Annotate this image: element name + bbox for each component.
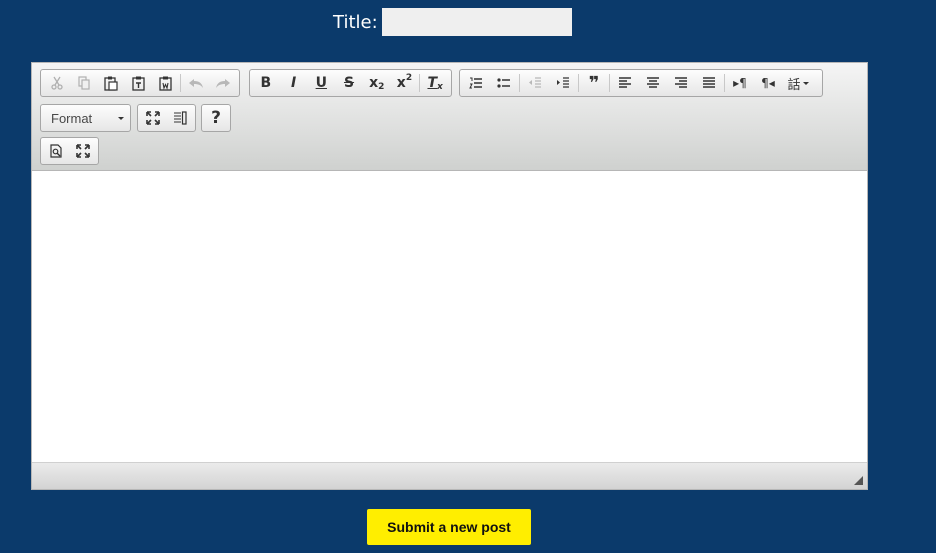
paragraph-group: ❞ ▸¶ ¶◂ 話	[459, 69, 823, 97]
tools-group	[137, 104, 196, 132]
maximize-icon[interactable]	[140, 106, 167, 130]
text-direction-ltr-icon[interactable]: ▸¶	[726, 71, 754, 95]
blockquote-icon[interactable]: ❞	[580, 71, 608, 95]
italic-icon[interactable]: I	[280, 71, 308, 95]
toolbar-separator	[578, 74, 579, 92]
title-row: Title:	[333, 8, 572, 36]
chevron-down-icon	[118, 116, 124, 120]
text-direction-rtl-icon[interactable]: ¶◂	[754, 71, 782, 95]
editor-status-bar	[32, 462, 867, 489]
copy-icon[interactable]	[70, 71, 97, 95]
toolbar-separator	[724, 74, 725, 92]
paste-icon[interactable]	[98, 71, 125, 95]
clipboard-group	[40, 69, 240, 97]
show-blocks-icon[interactable]	[167, 106, 194, 130]
resize-handle-icon[interactable]	[854, 476, 863, 485]
redo-icon[interactable]	[210, 71, 237, 95]
strikethrough-icon[interactable]: S	[335, 71, 363, 95]
cut-icon[interactable]	[43, 71, 70, 95]
editor-content-area[interactable]	[32, 171, 867, 462]
indent-icon[interactable]	[549, 71, 577, 95]
superscript-icon[interactable]: x2	[391, 71, 419, 95]
title-input[interactable]	[381, 8, 572, 36]
align-justify-icon[interactable]	[695, 71, 723, 95]
underline-icon[interactable]: U	[307, 71, 335, 95]
numbered-list-icon[interactable]	[462, 71, 490, 95]
fullscreen-icon[interactable]	[70, 139, 97, 163]
undo-icon[interactable]	[182, 71, 209, 95]
toolbar-separator	[609, 74, 610, 92]
rich-text-editor: B I U S x2 x2 Tx ❞ ▸¶ ¶◂ 話 Format ?	[31, 62, 868, 490]
format-dropdown[interactable]: Format	[40, 104, 131, 132]
remove-format-icon[interactable]: Tx	[421, 71, 449, 95]
toolbar-separator	[180, 74, 182, 92]
preview-icon[interactable]	[43, 139, 70, 163]
outdent-icon[interactable]	[521, 71, 549, 95]
paste-word-icon[interactable]	[152, 71, 179, 95]
document-group	[40, 137, 99, 165]
submit-post-button[interactable]: Submit a new post	[367, 509, 531, 545]
paste-text-icon[interactable]	[125, 71, 152, 95]
toolbar-separator	[519, 74, 520, 92]
help-button[interactable]: ?	[204, 106, 228, 130]
format-dropdown-label: Format	[51, 110, 93, 126]
help-group: ?	[201, 104, 231, 132]
align-right-icon[interactable]	[667, 71, 695, 95]
align-left-icon[interactable]	[611, 71, 639, 95]
bulleted-list-icon[interactable]	[490, 71, 518, 95]
basic-styles-group: B I U S x2 x2 Tx	[249, 69, 452, 97]
align-center-icon[interactable]	[639, 71, 667, 95]
title-label: Title:	[333, 11, 378, 33]
toolbar-separator	[419, 74, 421, 92]
bold-icon[interactable]: B	[252, 71, 280, 95]
subscript-icon[interactable]: x2	[363, 71, 391, 95]
editor-toolbar: B I U S x2 x2 Tx ❞ ▸¶ ¶◂ 話 Format ?	[32, 63, 867, 171]
language-icon[interactable]: 話	[782, 71, 814, 95]
